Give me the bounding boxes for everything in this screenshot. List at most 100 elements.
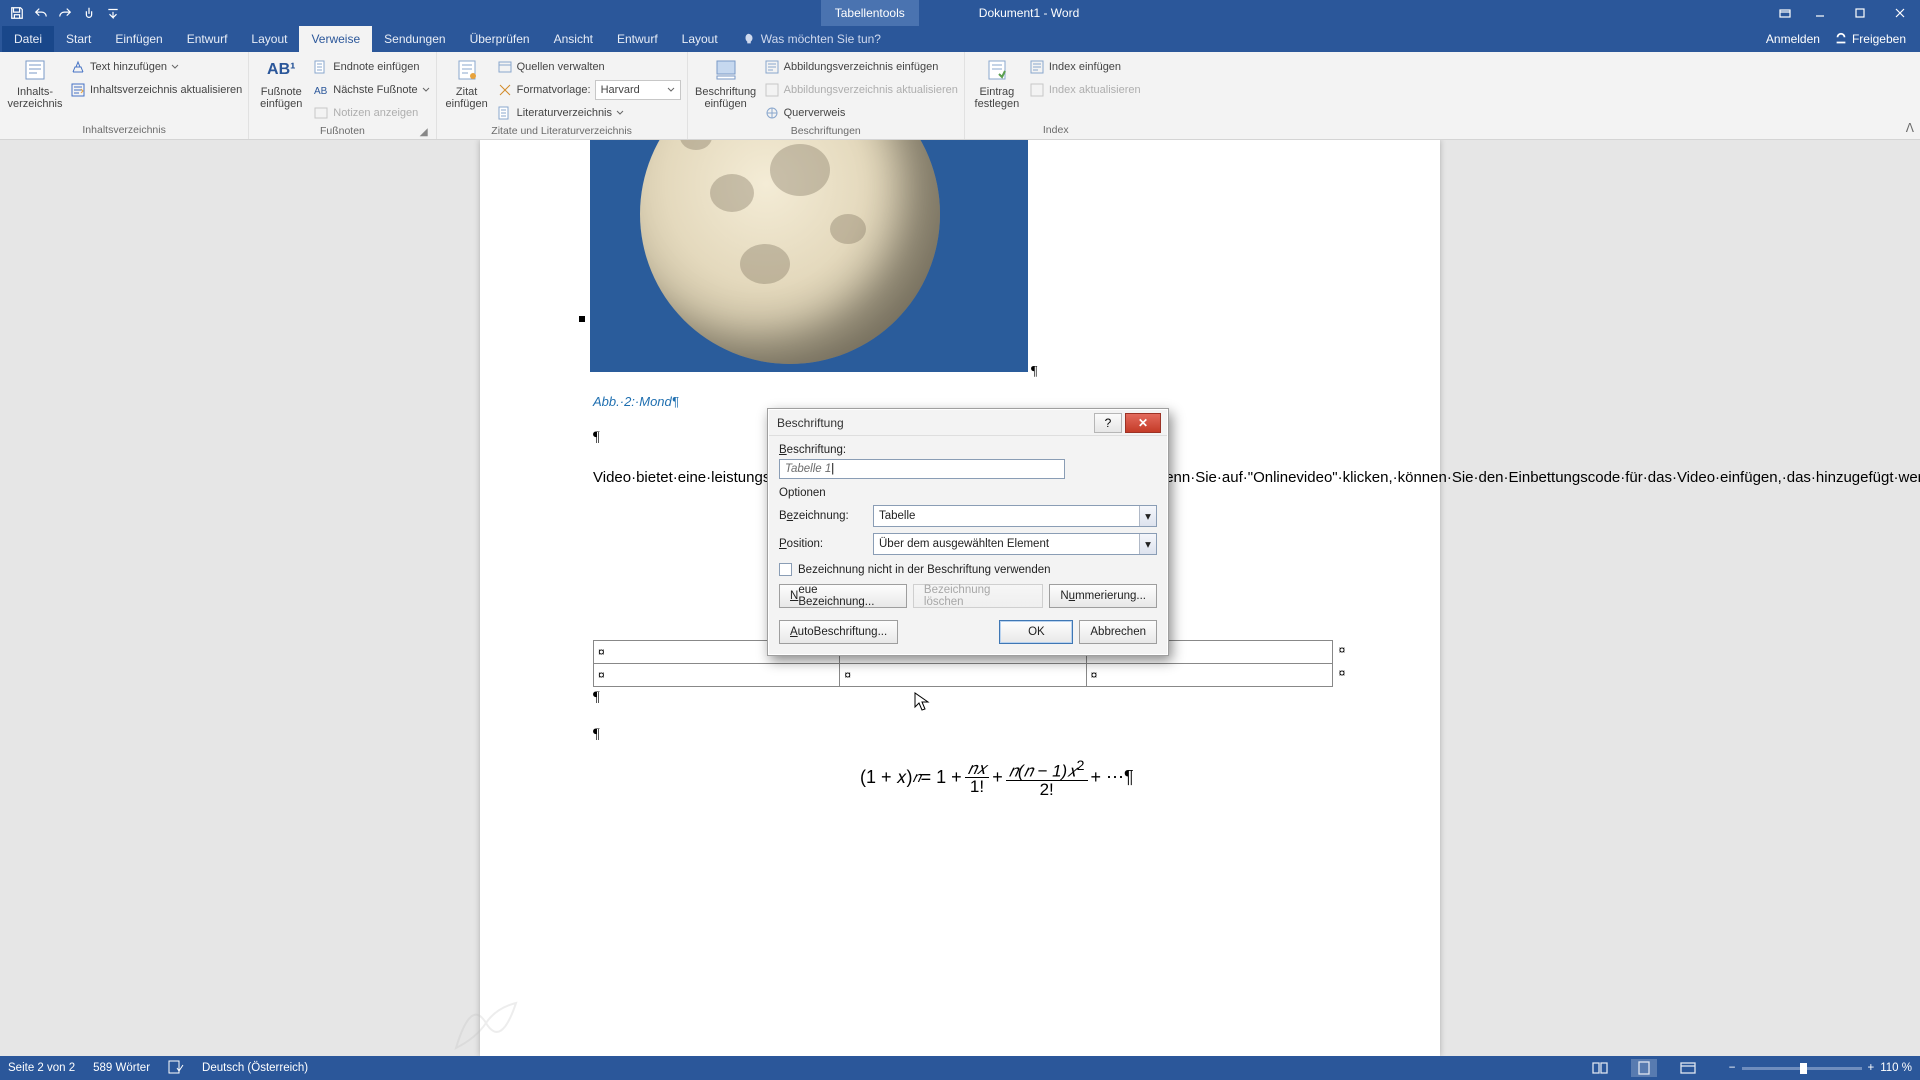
citation-style-combo[interactable]: Formatvorlage: Harvard	[497, 80, 681, 100]
position-combo[interactable]: Über dem ausgewählten Element▾	[873, 533, 1157, 555]
dialog-title: Beschriftung	[775, 416, 1091, 430]
toc-button[interactable]: Inhalts- verzeichnis	[6, 55, 64, 110]
touch-mode-icon[interactable]	[78, 2, 100, 24]
manage-sources-button[interactable]: Quellen verwalten	[497, 57, 681, 77]
next-footnote-button[interactable]: ABNächste Fußnote	[313, 80, 429, 100]
redo-icon[interactable]	[54, 2, 76, 24]
citation-icon	[453, 57, 481, 83]
mark-entry-icon	[983, 57, 1011, 83]
tab-review[interactable]: Überprüfen	[458, 26, 542, 52]
caption-label: Beschriftung:	[779, 444, 1157, 456]
dialog-help-button[interactable]: ?	[1094, 413, 1122, 433]
tab-table-design[interactable]: Entwurf	[605, 26, 670, 52]
footnotes-launcher-icon[interactable]: ◢	[418, 126, 430, 138]
cross-reference-button[interactable]: Querverweis	[764, 103, 958, 123]
save-icon[interactable]	[6, 2, 28, 24]
web-layout-icon[interactable]	[1675, 1059, 1701, 1077]
language-indicator[interactable]: Deutsch (Österreich)	[202, 1062, 308, 1074]
options-label: Optionen	[779, 487, 1157, 499]
group-label-toc: Inhaltsverzeichnis	[6, 122, 242, 139]
update-index-icon	[1029, 82, 1045, 98]
sign-in-link[interactable]: Anmelden	[1766, 32, 1820, 46]
figure-caption[interactable]: Abb.·2:·Mond¶	[593, 394, 679, 409]
word-count[interactable]: 589 Wörter	[93, 1062, 150, 1074]
numbering-button[interactable]: Nummerierung...	[1049, 584, 1157, 608]
zoom-out-button[interactable]: −	[1729, 1062, 1736, 1074]
ribbon-tabs: Datei Start Einfügen Entwurf Layout Verw…	[0, 26, 1920, 52]
print-layout-icon[interactable]	[1631, 1059, 1657, 1077]
checkbox-icon[interactable]	[779, 563, 792, 576]
auto-caption-button[interactable]: AutoBeschriftung...	[779, 620, 898, 644]
insert-index-button[interactable]: Index einfügen	[1029, 57, 1141, 77]
tab-layout[interactable]: Layout	[239, 26, 299, 52]
tab-mailings[interactable]: Sendungen	[372, 26, 457, 52]
equation[interactable]: (1 + 𝑥)𝑛 = 1 + 𝑛𝑥1! + 𝑛(𝑛 − 1)𝑥22! + ⋯¶	[860, 758, 1134, 798]
tab-table-layout[interactable]: Layout	[670, 26, 730, 52]
bibliography-button[interactable]: Literaturverzeichnis	[497, 103, 681, 123]
group-label-index: Index	[971, 122, 1141, 139]
style-icon	[497, 82, 513, 98]
designation-combo[interactable]: Tabelle▾	[873, 505, 1157, 527]
caption-icon	[712, 57, 740, 83]
insert-endnote-button[interactable]: Endnote einfügen	[313, 57, 429, 77]
qat-customize-icon[interactable]	[102, 2, 124, 24]
group-citations: Zitat einfügen Quellen verwalten Formatv…	[437, 52, 688, 139]
tab-file[interactable]: Datei	[2, 26, 54, 52]
table-row[interactable]: ¤ ¤ ¤	[594, 664, 1333, 687]
paragraph-mark: ¶	[1031, 364, 1037, 380]
tab-references[interactable]: Verweise	[299, 26, 372, 52]
share-button[interactable]: Freigeben	[1834, 32, 1906, 46]
group-footnotes: AB¹ Fußnote einfügen Endnote einfügen AB…	[249, 52, 436, 139]
page-indicator[interactable]: Seite 2 von 2	[8, 1062, 75, 1074]
insert-figures-table-button[interactable]: Abbildungsverzeichnis einfügen	[764, 57, 958, 77]
paragraph-mark: ¶	[593, 689, 600, 706]
maximize-icon[interactable]	[1840, 0, 1880, 26]
dialog-titlebar[interactable]: Beschriftung ? ✕	[769, 410, 1167, 436]
update-index-button: Index aktualisieren	[1029, 80, 1141, 100]
tab-insert[interactable]: Einfügen	[103, 26, 174, 52]
endnote-icon	[313, 59, 329, 75]
mark-entry-button[interactable]: Eintrag festlegen	[971, 55, 1023, 110]
group-toc: Inhalts- verzeichnis Text hinzufügen Inh…	[0, 52, 249, 139]
update-toc-icon	[70, 82, 86, 98]
insert-index-icon	[1029, 59, 1045, 75]
tab-view[interactable]: Ansicht	[542, 26, 605, 52]
contextual-tab-label: Tabellentools	[821, 0, 919, 26]
ok-button[interactable]: OK	[999, 620, 1073, 644]
title-bar: Tabellentools Dokument1 - Word	[0, 0, 1920, 26]
tab-draft[interactable]: Entwurf	[175, 26, 240, 52]
insert-footnote-button[interactable]: AB¹ Fußnote einfügen	[255, 55, 307, 110]
insert-caption-button[interactable]: Beschriftung einfügen	[694, 55, 758, 110]
group-label-citations: Zitate und Literaturverzeichnis	[443, 123, 681, 140]
paragraph-mark: ¶	[593, 726, 600, 743]
watermark-icon	[426, 968, 546, 1056]
chevron-down-icon[interactable]: ▾	[1139, 506, 1156, 526]
tell-me-box[interactable]: Was möchten Sie tun?	[730, 26, 893, 52]
chevron-down-icon[interactable]: ▾	[1139, 534, 1156, 554]
cancel-button[interactable]: Abbrechen	[1079, 620, 1157, 644]
update-toc-button[interactable]: Inhaltsverzeichnis aktualisieren	[70, 80, 242, 100]
close-icon[interactable]	[1880, 0, 1920, 26]
undo-icon[interactable]	[30, 2, 52, 24]
read-mode-icon[interactable]	[1587, 1059, 1613, 1077]
spellcheck-icon[interactable]	[168, 1060, 184, 1077]
minimize-icon[interactable]	[1800, 0, 1840, 26]
zoom-in-button[interactable]: +	[1868, 1062, 1875, 1074]
ribbon-display-options-icon[interactable]	[1770, 0, 1800, 26]
tab-start[interactable]: Start	[54, 26, 103, 52]
moon-image[interactable]	[590, 140, 1028, 372]
exclude-label-checkbox[interactable]: Bezeichnung nicht in der Beschriftung ve…	[779, 563, 1157, 576]
footnote-icon: AB¹	[267, 57, 295, 83]
new-label-button[interactable]: Neue Bezeichnung...	[779, 584, 907, 608]
add-text-button[interactable]: Text hinzufügen	[70, 57, 242, 77]
status-bar: Seite 2 von 2 589 Wörter Deutsch (Österr…	[0, 1056, 1920, 1080]
collapse-ribbon-icon[interactable]: ᐱ	[1906, 121, 1914, 135]
update-figures-icon	[764, 82, 780, 98]
svg-text:AB: AB	[314, 86, 328, 97]
insert-citation-button[interactable]: Zitat einfügen	[443, 55, 491, 110]
dialog-close-button[interactable]: ✕	[1125, 413, 1161, 433]
caption-input[interactable]: Tabelle 1|	[779, 459, 1065, 479]
zoom-slider[interactable]	[1742, 1067, 1862, 1070]
zoom-level[interactable]: 110 %	[1880, 1062, 1912, 1074]
zoom-control[interactable]: − + 110 %	[1729, 1062, 1912, 1074]
